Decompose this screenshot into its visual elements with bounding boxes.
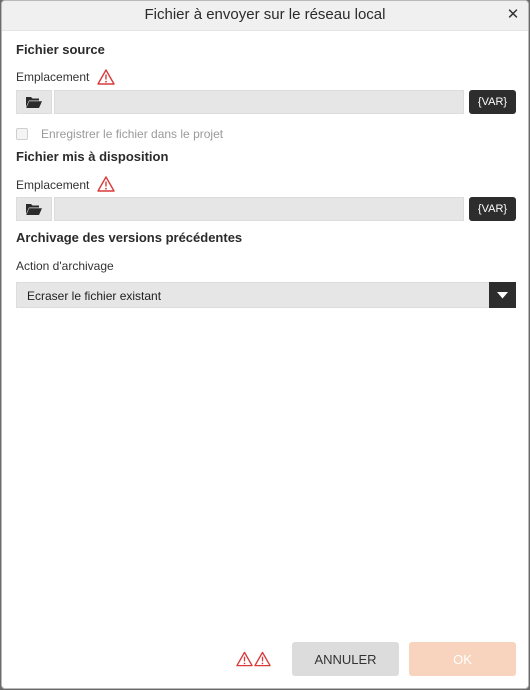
source-var-button[interactable]: {VAR} [469, 90, 516, 114]
section-destination-title: Fichier mis à disposition [16, 149, 169, 164]
ok-button[interactable]: OK [409, 642, 516, 676]
dialog-title: Fichier à envoyer sur le réseau local [144, 6, 386, 23]
save-in-project-checkbox[interactable] [16, 128, 28, 140]
warning-triangle-icon [97, 176, 115, 192]
destination-location-label: Emplacement [16, 178, 90, 192]
save-in-project-row: Enregistrer le fichier dans le projet [16, 126, 223, 142]
destination-browse-button[interactable] [16, 197, 52, 221]
archive-action-select[interactable]: Ecraser le fichier existant [16, 282, 516, 308]
warning-triangle-icon [236, 651, 253, 667]
close-icon[interactable]: ✕ [504, 5, 522, 25]
save-in-project-label: Enregistrer le fichier dans le projet [41, 127, 224, 141]
archive-action-value: Ecraser le fichier existant [27, 289, 162, 303]
title-bar: Fichier à envoyer sur le réseau local ✕ [2, 1, 528, 31]
destination-path-input[interactable] [54, 197, 464, 221]
cancel-button[interactable]: ANNULER [292, 642, 399, 676]
folder-open-icon [26, 97, 42, 108]
folder-open-icon [26, 204, 42, 215]
archive-action-label: Action d'archivage [16, 259, 114, 273]
source-location-label: Emplacement [16, 70, 90, 84]
section-archive-title: Archivage des versions précédentes [16, 230, 243, 245]
warning-triangle-icon [97, 69, 115, 85]
source-browse-button[interactable] [16, 90, 52, 114]
warning-triangle-icon [254, 651, 271, 667]
section-source-title: Fichier source [16, 42, 105, 57]
chevron-down-icon [497, 291, 508, 298]
dialog-window: Fichier à envoyer sur le réseau local ✕ … [1, 0, 529, 689]
destination-var-button[interactable]: {VAR} [469, 197, 516, 221]
source-path-input[interactable] [54, 90, 464, 114]
dropdown-toggle[interactable] [489, 282, 516, 308]
